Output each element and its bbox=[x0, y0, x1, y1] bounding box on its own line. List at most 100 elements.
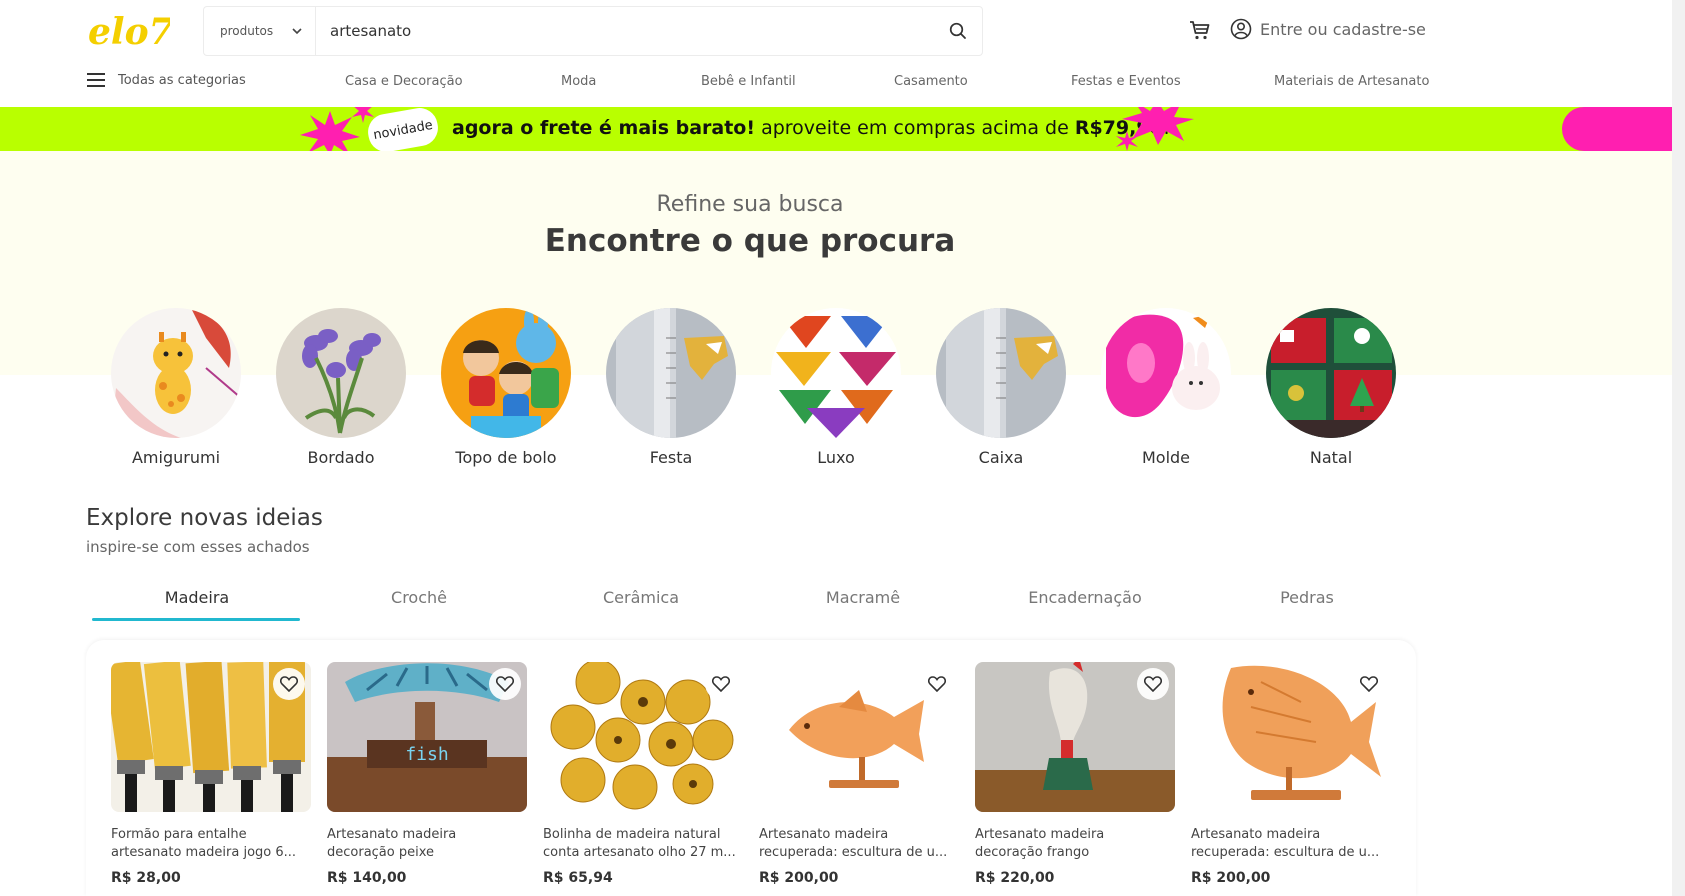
product-image-text: fish bbox=[405, 744, 448, 765]
product-title: Artesanato madeira decoração peixe bbox=[327, 827, 457, 860]
nav-item-festas-eventos[interactable]: Festas e Eventos bbox=[1071, 74, 1181, 89]
category-festa[interactable]: Festa bbox=[596, 308, 746, 467]
cart-icon bbox=[1190, 21, 1210, 40]
nav-item-bebe-infantil[interactable]: Bebê e Infantil bbox=[701, 74, 796, 89]
promo-banner[interactable]: novidade agora o frete é mais barato! ap… bbox=[0, 107, 1685, 151]
category-label: Topo de bolo bbox=[455, 448, 557, 467]
category-label: Luxo bbox=[817, 448, 855, 467]
category-natal[interactable]: Natal bbox=[1256, 308, 1406, 467]
category-molde[interactable]: Molde bbox=[1091, 308, 1241, 467]
explore-subtitle: inspire-se com esses achados bbox=[86, 538, 310, 556]
product-title: Formão para entalhe artesanato madeira j… bbox=[111, 827, 297, 860]
refine-subtitle: Refine sua busca bbox=[656, 192, 844, 217]
tab-croche[interactable]: Crochê bbox=[314, 588, 524, 607]
heart-icon bbox=[928, 676, 946, 692]
category-label: Natal bbox=[1309, 448, 1353, 467]
all-categories-menu[interactable]: Todas as categorias bbox=[86, 72, 246, 88]
favorite-button[interactable] bbox=[489, 668, 521, 700]
product-card[interactable]: Formão para entalhe artesanato madeira j… bbox=[111, 662, 311, 886]
category-label: Bordado bbox=[307, 448, 375, 467]
product-card[interactable]: Artesanato madeira recuperada: escultura… bbox=[759, 662, 959, 886]
tab-encadernacao[interactable]: Encadernação bbox=[980, 588, 1190, 607]
cart-button[interactable] bbox=[1188, 18, 1212, 42]
category-topo-de-bolo[interactable]: Topo de bolo bbox=[431, 308, 581, 467]
tab-madeira[interactable]: Madeira bbox=[92, 588, 302, 607]
search-input[interactable] bbox=[316, 7, 934, 55]
promo-text-1: aproveite em compras acima de bbox=[755, 117, 1075, 139]
product-price: R$ 65,94 bbox=[543, 870, 613, 886]
svg-text:elo7: elo7 bbox=[88, 11, 170, 52]
category-label: Amigurumi bbox=[131, 448, 221, 467]
product-card[interactable]: Artesanato madeira decoração frango R$ 2… bbox=[975, 662, 1175, 886]
product-price: R$ 200,00 bbox=[1191, 870, 1271, 886]
product-card[interactable]: Artesanato madeira recuperada: escultura… bbox=[1191, 662, 1391, 886]
product-image bbox=[759, 662, 959, 812]
login-link[interactable]: Entre ou cadastre-se bbox=[1230, 18, 1426, 40]
tab-pedras[interactable]: Pedras bbox=[1202, 588, 1412, 607]
favorite-button[interactable] bbox=[273, 668, 305, 700]
favorite-button[interactable] bbox=[921, 668, 953, 700]
product-price: R$ 200,00 bbox=[759, 870, 839, 886]
header: elo7 produtos Entre ou cadastre-se bbox=[0, 0, 1685, 60]
heart-icon bbox=[712, 676, 730, 692]
category-nav: Todas as categorias Casa e Decoração Mod… bbox=[0, 60, 1685, 106]
promo-bold-1: agora o frete é mais barato! bbox=[452, 117, 756, 139]
novidade-badge: novidade bbox=[365, 107, 441, 151]
active-tab-indicator bbox=[92, 618, 300, 621]
product-price: R$ 220,00 bbox=[975, 870, 1055, 886]
category-image bbox=[771, 308, 901, 438]
tab-macrame[interactable]: Macramê bbox=[758, 588, 968, 607]
product-card[interactable]: Bolinha de madeira natural conta artesan… bbox=[543, 662, 743, 886]
search-category-select[interactable]: produtos bbox=[204, 7, 316, 55]
favorite-button[interactable] bbox=[705, 668, 737, 700]
tab-ceramica[interactable]: Cerâmica bbox=[536, 588, 746, 607]
product-image: fish bbox=[327, 662, 527, 812]
category-amigurumi[interactable]: Amigurumi bbox=[101, 308, 251, 467]
refine-title: Encontre o que procura bbox=[544, 223, 956, 259]
search-bar: produtos bbox=[203, 6, 983, 56]
nav-item-casamento[interactable]: Casamento bbox=[894, 74, 968, 89]
category-image bbox=[936, 308, 1066, 438]
product-price: R$ 28,00 bbox=[111, 870, 181, 886]
nav-item-materiais-artesanato[interactable]: Materiais de Artesanato bbox=[1274, 74, 1429, 89]
category-image bbox=[111, 308, 241, 438]
nav-item-casa-decoracao[interactable]: Casa e Decoração bbox=[345, 74, 463, 89]
explore-tabs: Madeira Crochê Cerâmica Macramê Encadern… bbox=[86, 580, 1416, 622]
login-label: Entre ou cadastre-se bbox=[1260, 19, 1426, 39]
product-title: Artesanato madeira decoração frango bbox=[975, 827, 1105, 860]
product-image bbox=[975, 662, 1175, 812]
search-category-label: produtos bbox=[220, 24, 274, 38]
heart-icon bbox=[1144, 676, 1162, 692]
category-image bbox=[1101, 308, 1231, 438]
product-card[interactable]: fish Artesanato madeira decoração peixe … bbox=[327, 662, 527, 886]
category-luxo[interactable]: Luxo bbox=[761, 308, 911, 467]
explore-title: Explore novas ideias bbox=[86, 505, 323, 531]
category-image bbox=[1266, 308, 1396, 438]
product-title: Artesanato madeira recuperada: escultura… bbox=[1191, 827, 1380, 860]
product-image bbox=[1191, 662, 1391, 812]
heart-icon bbox=[496, 676, 514, 692]
category-image bbox=[441, 308, 571, 438]
starburst-small-icon bbox=[1116, 131, 1138, 151]
category-caixa[interactable]: Caixa bbox=[926, 308, 1076, 467]
category-image bbox=[606, 308, 736, 438]
search-button[interactable] bbox=[934, 7, 982, 55]
user-circle-icon bbox=[1230, 18, 1252, 40]
all-categories-label: Todas as categorias bbox=[118, 72, 246, 88]
elo7-logo[interactable]: elo7 bbox=[86, 8, 174, 53]
starburst-icon bbox=[300, 111, 360, 151]
chevron-down-icon bbox=[292, 28, 302, 35]
favorite-button[interactable] bbox=[1353, 668, 1385, 700]
product-image bbox=[543, 662, 743, 812]
hamburger-icon bbox=[87, 73, 105, 87]
favorite-button[interactable] bbox=[1137, 668, 1169, 700]
category-bordado[interactable]: Bordado bbox=[266, 308, 416, 467]
page-scrollbar[interactable] bbox=[1672, 0, 1685, 896]
nav-item-moda[interactable]: Moda bbox=[561, 74, 596, 89]
category-image bbox=[276, 308, 406, 438]
category-label: Molde bbox=[1141, 448, 1191, 467]
category-label: Caixa bbox=[978, 448, 1024, 467]
product-carousel: Formão para entalhe artesanato madeira j… bbox=[86, 640, 1416, 896]
product-title: Artesanato madeira recuperada: escultura… bbox=[759, 827, 948, 860]
category-label: Festa bbox=[649, 448, 693, 467]
